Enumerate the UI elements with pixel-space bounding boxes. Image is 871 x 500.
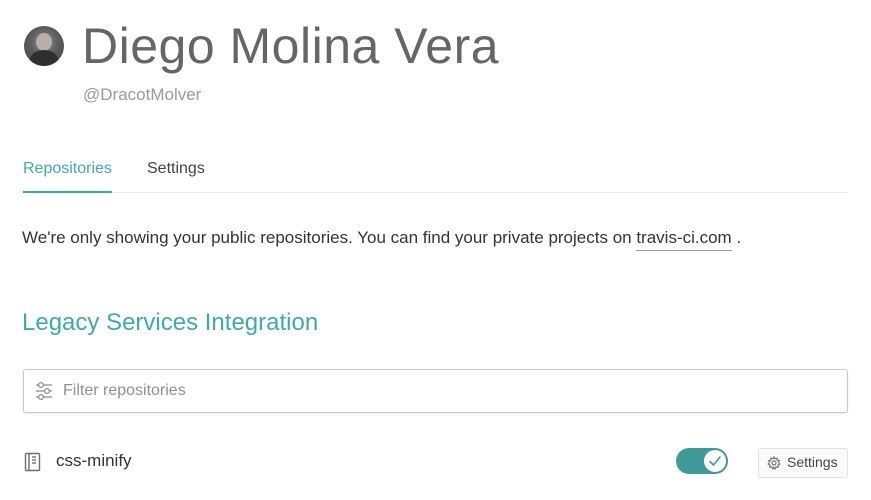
filter-box: [23, 369, 848, 413]
repository-toggle[interactable]: [676, 448, 728, 474]
notice-text: We're only showing your public repositor…: [22, 228, 637, 247]
profile-name: Diego Molina Vera: [82, 18, 500, 74]
profile-handle: @DracotMolver: [83, 85, 202, 104]
tab-bar: Repositories Settings: [22, 156, 848, 193]
sliders-icon: [35, 381, 53, 401]
section-title: Legacy Services Integration: [22, 309, 319, 336]
toggle-knob: [704, 450, 726, 472]
repository-name[interactable]: css-minify: [56, 451, 132, 471]
checkmark-icon: [708, 454, 722, 468]
gear-icon: [767, 455, 781, 471]
settings-label: Settings: [787, 454, 838, 470]
travis-ci-link[interactable]: travis-ci.com: [636, 228, 732, 251]
avatar-face: [36, 33, 52, 51]
filter-repositories-input[interactable]: [61, 370, 835, 412]
notice-suffix: .: [731, 228, 742, 247]
avatar-body: [30, 50, 58, 66]
public-repos-notice: We're only showing your public repositor…: [22, 228, 742, 251]
profile-header: Diego Molina Vera @DracotMolver: [22, 14, 842, 114]
tab-settings[interactable]: Settings: [147, 156, 205, 191]
avatar[interactable]: [24, 26, 64, 66]
repository-settings-button[interactable]: Settings: [758, 448, 848, 478]
repository-row: css-minify Settings: [22, 445, 848, 481]
tab-repositories[interactable]: Repositories: [23, 156, 112, 193]
repo-book-icon: [24, 452, 42, 474]
